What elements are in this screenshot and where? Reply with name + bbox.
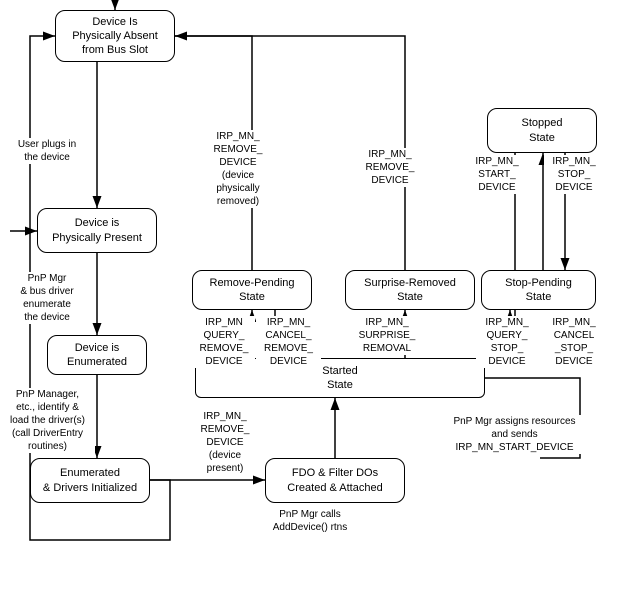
label-irp-remove-dev: IRP_MN_ REMOVE_ DEVICE — [355, 148, 425, 187]
label-irp-surprise: IRP_MN_ SURPRISE_ REMOVAL — [352, 316, 422, 355]
node-stopped-label: Stopped State — [522, 116, 563, 145]
label-irp-stop: IRP_MN_ STOP_ DEVICE — [544, 155, 604, 194]
node-fdo-label: FDO & Filter DOs Created & Attached — [287, 466, 382, 495]
node-present-label: Device is Physically Present — [52, 216, 142, 245]
label-pnp-resources: PnP Mgr assigns resources and sends IRP_… — [422, 415, 607, 454]
node-stop-pending-label: Stop-Pending State — [505, 276, 572, 305]
label-irp-query-remove: IRP_MN QUERY_ REMOVE_ DEVICE — [193, 316, 255, 368]
label-irp-cancel-remove: IRP_MN_ CANCEL_ REMOVE_ DEVICE — [256, 316, 321, 368]
node-drivers: Enumerated & Drivers Initialized — [30, 458, 150, 503]
label-plug: User plugs in the device — [2, 138, 92, 164]
label-pnp-enum: PnP Mgr & bus driver enumerate the devic… — [2, 272, 92, 324]
node-enumerated: Device is Enumerated — [47, 335, 147, 375]
state-diagram: Device Is Physically Absent from Bus Slo… — [0, 0, 627, 591]
label-irp-remove-phys: IRP_MN_ REMOVE_ DEVICE (device physicall… — [198, 130, 278, 208]
node-fdo: FDO & Filter DOs Created & Attached — [265, 458, 405, 503]
node-absent: Device Is Physically Absent from Bus Slo… — [55, 10, 175, 62]
label-pnp-load: PnP Manager, etc., identify & load the d… — [0, 388, 95, 453]
label-irp-cancel-stop: IRP_MN_ CANCEL _STOP_ DEVICE — [543, 316, 605, 368]
node-surprise-removed: Surprise-Removed State — [345, 270, 475, 310]
node-drivers-label: Enumerated & Drivers Initialized — [43, 466, 137, 495]
label-irp-remove-present: IRP_MN_ REMOVE_ DEVICE (device present) — [190, 410, 260, 475]
label-irp-start: IRP_MN_ START_ DEVICE — [466, 155, 528, 194]
label-irp-query-stop: IRP_MN_ QUERY_ STOP_ DEVICE — [476, 316, 538, 368]
node-stop-pending: Stop-Pending State — [481, 270, 596, 310]
node-remove-pending: Remove-Pending State — [192, 270, 312, 310]
node-absent-label: Device Is Physically Absent from Bus Slo… — [72, 15, 158, 58]
node-remove-pending-label: Remove-Pending State — [210, 276, 295, 305]
node-present: Device is Physically Present — [37, 208, 157, 253]
label-pnp-adddevice: PnP Mgr calls AddDevice() rtns — [250, 508, 370, 534]
node-stopped: Stopped State — [487, 108, 597, 153]
node-enumerated-label: Device is Enumerated — [67, 341, 127, 370]
node-surprise-removed-label: Surprise-Removed State — [364, 276, 456, 305]
node-started-label: Started State — [322, 364, 357, 393]
